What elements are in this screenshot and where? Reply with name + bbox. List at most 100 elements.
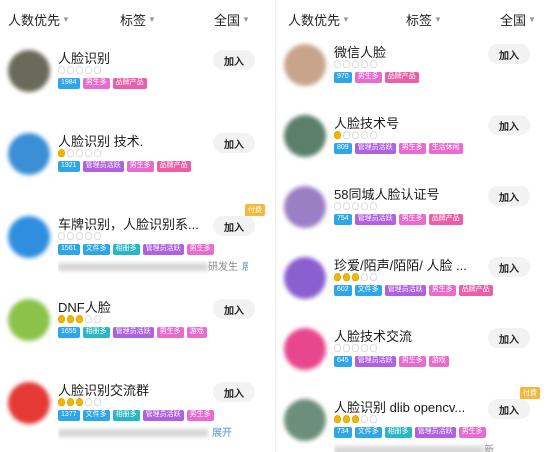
join-button[interactable]: 加入 xyxy=(488,44,530,64)
group-row[interactable]: 车牌识别，人脸识别系... 1561文件多相册多管理员活跃男生多研发生展开 付费加入 xyxy=(0,202,275,290)
group-tag: 管理员活跃 xyxy=(414,427,456,438)
flame-icon xyxy=(58,315,65,323)
paid-badge: 付费 xyxy=(520,387,540,399)
join-button[interactable]: 加入 xyxy=(488,186,530,206)
right-panel: 人数优先 ▼ 标签 ▼ 全国 ▼ 微信人脸 970 男生多 品牌产品 加入 人脸技术号 809 管理… xyxy=(275,0,550,452)
group-tag: 男生多 xyxy=(398,356,426,367)
group-avatar[interactable] xyxy=(8,133,50,175)
group-avatar[interactable] xyxy=(284,44,326,86)
group-avatar[interactable] xyxy=(284,257,326,299)
flame-icon xyxy=(76,398,83,406)
flame-icon xyxy=(343,202,350,210)
flame-icon xyxy=(334,202,341,210)
group-avatar[interactable] xyxy=(284,399,326,441)
blurred-text xyxy=(58,263,208,272)
flame-icon xyxy=(352,60,359,68)
expand-link[interactable]: 展开 xyxy=(242,262,248,273)
group-name: 58同城人脸认证号 xyxy=(334,187,440,202)
group-name: 人脸技术交流 xyxy=(334,329,413,344)
description-text: 研发生 xyxy=(208,262,238,273)
flame-icon xyxy=(58,66,65,74)
flame-icon xyxy=(85,66,92,74)
flame-icon xyxy=(352,273,359,281)
group-tag: 男生多 xyxy=(398,143,426,154)
activity-level xyxy=(334,60,377,68)
flame-icon xyxy=(94,315,101,323)
group-avatar[interactable] xyxy=(284,115,326,157)
chevron-down-icon: ▼ xyxy=(342,15,350,24)
activity-level xyxy=(58,315,101,323)
group-tag: 管理员活跃 xyxy=(142,244,184,255)
group-row[interactable]: DNF人脸 1655 相册多 管理员活跃 男生多 游戏 加入 xyxy=(0,285,275,373)
group-name: 人脸技术号 xyxy=(334,116,400,131)
group-avatar[interactable] xyxy=(8,382,50,424)
group-row[interactable]: 人脸识别 技术. 1921 管理员活跃 男生多 品牌产品 加入 xyxy=(0,119,275,207)
sort-filter-label: 人数优先 xyxy=(288,13,341,28)
paid-badge: 付费 xyxy=(245,204,265,216)
join-button[interactable]: 加入 xyxy=(488,257,530,277)
sort-filter[interactable]: 人数优先 ▼ xyxy=(288,10,350,29)
tag-filter[interactable]: 标签 ▼ xyxy=(406,10,442,29)
member-count-badge: 754 xyxy=(334,214,352,225)
flame-icon xyxy=(370,202,377,210)
group-description: 新 xyxy=(334,441,524,452)
group-tags: 1984 男生多 品牌产品 xyxy=(58,78,147,89)
region-filter-label: 全国 xyxy=(214,13,241,28)
flame-icon xyxy=(76,149,83,157)
group-row[interactable]: 人脸识别交流群 1377 文件多 相册多 管理员活跃 男生多 展开 加入 xyxy=(0,368,275,452)
flame-icon xyxy=(67,66,74,74)
tag-filter[interactable]: 标签 ▼ xyxy=(120,10,156,29)
member-count-badge: 1921 xyxy=(58,161,80,172)
group-tag: 男生多 xyxy=(428,285,456,296)
group-tag: 文件多 xyxy=(82,410,110,421)
flame-icon xyxy=(361,415,368,423)
tag-filter-label: 标签 xyxy=(120,13,147,28)
group-avatar[interactable] xyxy=(8,50,50,92)
group-avatar[interactable] xyxy=(8,299,50,341)
group-avatar[interactable] xyxy=(8,216,50,258)
member-count-badge: 602 xyxy=(334,285,352,296)
join-button[interactable]: 加入 xyxy=(213,216,255,236)
group-tags: 1655 相册多 管理员活跃 男生多 游戏 xyxy=(58,327,207,338)
join-button[interactable]: 加入 xyxy=(213,50,255,70)
flame-icon xyxy=(76,232,83,240)
group-description: 展开 xyxy=(58,424,248,442)
group-tag: 管理员活跃 xyxy=(112,327,154,338)
group-tag: 男生多 xyxy=(82,78,110,89)
group-tag: 品牌产品 xyxy=(112,78,147,89)
join-button[interactable]: 加入 xyxy=(488,115,530,135)
chevron-down-icon: ▼ xyxy=(242,15,250,24)
join-button[interactable]: 加入 xyxy=(213,382,255,402)
join-button[interactable]: 加入 xyxy=(488,328,530,348)
group-tags: 970 男生多 品牌产品 xyxy=(334,72,419,83)
activity-level xyxy=(58,149,101,157)
sort-filter[interactable]: 人数优先 ▼ xyxy=(8,10,70,29)
chevron-down-icon: ▼ xyxy=(528,15,536,24)
join-button[interactable]: 加入 xyxy=(213,299,255,319)
flame-icon xyxy=(334,60,341,68)
activity-level xyxy=(334,202,377,210)
flame-icon xyxy=(361,131,368,139)
group-tag: 男生多 xyxy=(398,214,426,225)
region-filter[interactable]: 全国 ▼ xyxy=(500,10,536,29)
group-tag: 男生多 xyxy=(186,410,214,421)
group-tag: 文件多 xyxy=(354,285,382,296)
flame-icon xyxy=(370,273,377,281)
group-row[interactable]: 人脸识别 dlib opencv... 734 文件多 相册多 管理员活跃 男生多新 付费加… xyxy=(276,385,550,452)
group-tag: 男生多 xyxy=(186,244,214,255)
flame-icon xyxy=(85,398,92,406)
activity-level xyxy=(334,344,377,352)
activity-level xyxy=(58,398,101,406)
join-button[interactable]: 加入 xyxy=(213,133,255,153)
expand-link[interactable]: 展开 xyxy=(212,428,232,439)
flame-icon xyxy=(85,232,92,240)
group-avatar[interactable] xyxy=(284,186,326,228)
group-tag: 品牌产品 xyxy=(156,161,191,172)
group-tags: 1561 文件多 相册多 管理员活跃 男生多 xyxy=(58,244,214,255)
region-filter[interactable]: 全国 ▼ xyxy=(214,10,250,29)
group-row[interactable]: 人脸识别 1984 男生多 品牌产品 加入 xyxy=(0,36,275,124)
group-avatar[interactable] xyxy=(284,328,326,370)
join-button[interactable]: 加入 xyxy=(488,399,530,419)
group-tags: 602 文件多 管理员活跃 男生多 品牌产品 xyxy=(334,285,493,296)
flame-icon xyxy=(361,344,368,352)
